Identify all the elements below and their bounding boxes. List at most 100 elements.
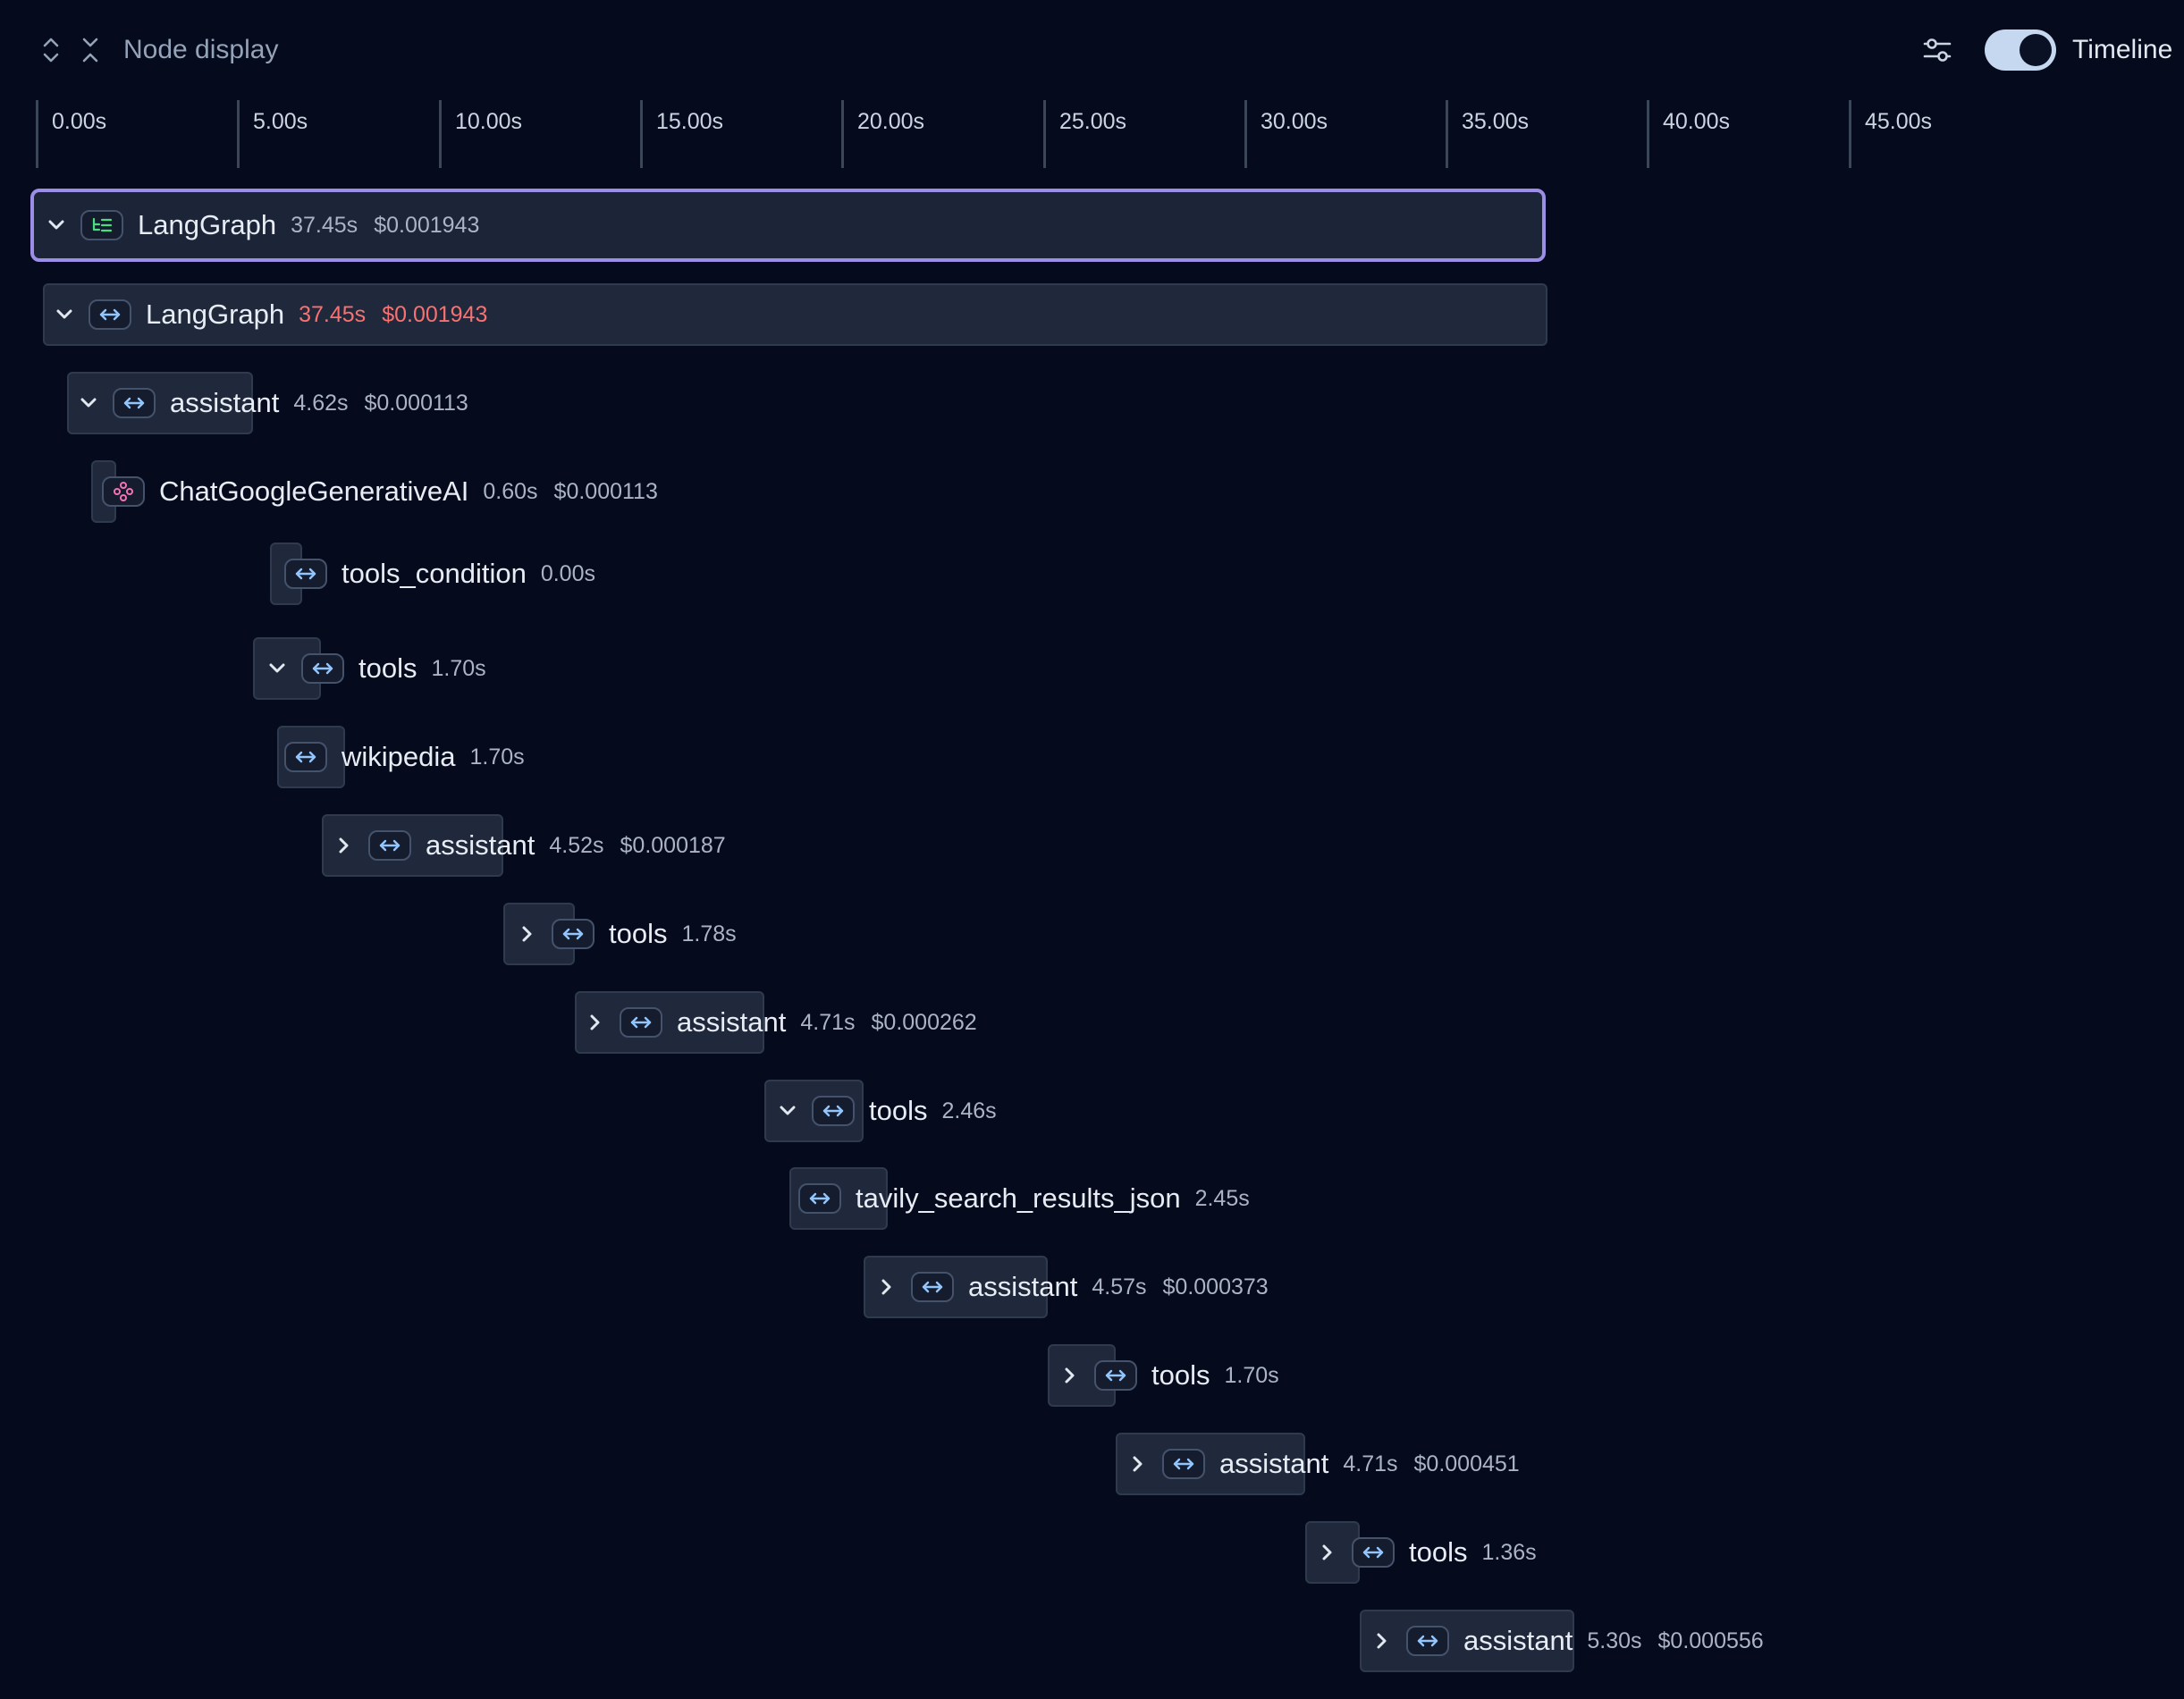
trace-row[interactable]: tools 2.46s — [0, 1080, 2184, 1144]
node-name[interactable]: assistant — [677, 1006, 786, 1039]
ruler-tick — [36, 100, 38, 168]
ruler-tick-label: 45.00s — [1865, 109, 1933, 134]
trace-row[interactable]: assistant 4.57s $0.000373 — [0, 1256, 2184, 1320]
trace-row[interactable]: LangGraph 37.45s $0.001943 — [0, 189, 2184, 262]
trace-row[interactable]: tools 1.36s — [0, 1521, 2184, 1585]
cost-label: $0.001943 — [382, 301, 488, 327]
chain-icon — [89, 299, 131, 330]
duration-label: 1.70s — [1224, 1362, 1279, 1388]
ruler-tick-label: 10.00s — [455, 109, 523, 134]
duration-label: 5.30s — [1587, 1628, 1642, 1653]
chevron-down-icon[interactable] — [43, 212, 70, 239]
ruler-tick-label: 15.00s — [656, 109, 724, 134]
node-name[interactable]: wikipedia — [342, 741, 456, 773]
node-name[interactable]: tools — [869, 1095, 927, 1127]
chain-icon — [812, 1096, 855, 1126]
ruler-tick — [1849, 100, 1851, 168]
trace-row[interactable]: tavily_search_results_json 2.45s — [0, 1167, 2184, 1232]
chain-icon — [1094, 1360, 1137, 1391]
chevron-down-icon[interactable] — [51, 301, 78, 328]
node-name[interactable]: LangGraph — [138, 209, 276, 241]
ruler-tick-label: 30.00s — [1261, 109, 1328, 134]
duration-label: 4.62s — [293, 390, 349, 416]
trace-row[interactable]: assistant 4.52s $0.000187 — [0, 814, 2184, 879]
cost-label: $0.001943 — [374, 212, 480, 238]
trace-row[interactable]: tools 1.70s — [0, 1344, 2184, 1409]
chevron-right-icon[interactable] — [1369, 1628, 1396, 1654]
trace-timeline-view: Node display Timeline 0.00s 5.00s 10.00s 15… — [0, 0, 2184, 1699]
ruler-tick — [1446, 100, 1448, 168]
duration-label: 4.71s — [1343, 1451, 1398, 1476]
node-display-label[interactable]: Node display — [123, 32, 278, 68]
trace-row[interactable]: assistant 5.30s $0.000556 — [0, 1610, 2184, 1674]
chevron-right-icon[interactable] — [873, 1274, 900, 1300]
chain-icon — [798, 1183, 841, 1214]
timeline-toggle[interactable] — [1985, 29, 2056, 71]
node-name[interactable]: tools_condition — [342, 558, 527, 590]
graph-icon — [80, 210, 123, 240]
cost-label: $0.000262 — [871, 1009, 977, 1035]
collapse-vertical-icon[interactable] — [75, 34, 105, 66]
chevron-right-icon[interactable] — [1125, 1451, 1151, 1477]
trace-row[interactable]: assistant 4.71s $0.000451 — [0, 1433, 2184, 1497]
node-name[interactable]: assistant — [1463, 1625, 1573, 1657]
timeline-label: Timeline — [2072, 35, 2173, 64]
trace-row[interactable]: tools 1.70s — [0, 637, 2184, 702]
duration-label: 2.45s — [1194, 1185, 1250, 1211]
trace-row[interactable]: wikipedia 1.70s — [0, 726, 2184, 790]
duration-label: 37.45s — [291, 212, 358, 238]
chevron-down-icon[interactable] — [75, 390, 102, 416]
node-name[interactable]: assistant — [1219, 1448, 1328, 1480]
chain-icon — [301, 653, 344, 684]
ruler-tick-label: 20.00s — [857, 109, 925, 134]
node-name[interactable]: LangGraph — [146, 299, 284, 331]
node-name[interactable]: tools — [1151, 1359, 1210, 1392]
duration-label: 2.46s — [941, 1098, 997, 1123]
chain-icon — [1162, 1449, 1205, 1479]
cost-label: $0.000451 — [1413, 1451, 1520, 1476]
chevron-right-icon[interactable] — [514, 921, 541, 947]
cost-label: $0.000113 — [553, 478, 658, 504]
chain-icon — [1352, 1537, 1395, 1568]
chevron-right-icon[interactable] — [1057, 1362, 1084, 1389]
trace-row[interactable]: assistant 4.62s $0.000113 — [0, 372, 2184, 436]
trace-row[interactable]: LangGraph 37.45s $0.001943 — [0, 283, 2184, 348]
node-name[interactable]: ChatGoogleGenerativeAI — [159, 475, 468, 508]
trace-row[interactable]: assistant 4.71s $0.000262 — [0, 991, 2184, 1056]
node-name[interactable]: tools — [1409, 1536, 1467, 1569]
node-name[interactable]: assistant — [426, 829, 535, 862]
ruler-tick-label: 0.00s — [52, 109, 107, 134]
chain-icon — [911, 1272, 954, 1302]
chain-icon — [284, 559, 327, 589]
node-name[interactable]: tools — [358, 652, 417, 685]
node-name[interactable]: tavily_search_results_json — [856, 1182, 1181, 1215]
duration-label: 4.57s — [1092, 1274, 1147, 1299]
chevron-right-icon[interactable] — [1314, 1539, 1341, 1566]
ruler-tick-label: 40.00s — [1663, 109, 1731, 134]
duration-label: 4.71s — [800, 1009, 856, 1035]
duration-label: 1.70s — [431, 655, 486, 681]
chevron-down-icon[interactable] — [264, 655, 291, 682]
ruler-tick — [640, 100, 643, 168]
ruler-tick-label: 35.00s — [1462, 109, 1530, 134]
duration-label: 1.70s — [469, 744, 525, 770]
node-name[interactable]: tools — [609, 918, 667, 950]
trace-row[interactable]: tools_condition 0.00s — [0, 543, 2184, 607]
trace-row[interactable]: ChatGoogleGenerativeAI 0.60s $0.000113 — [0, 460, 2184, 525]
chain-icon — [113, 388, 156, 418]
chevron-down-icon[interactable] — [774, 1098, 801, 1124]
ruler-tick — [1647, 100, 1649, 168]
trace-row[interactable]: tools 1.78s — [0, 903, 2184, 967]
chevron-right-icon[interactable] — [331, 832, 358, 859]
duration-label: 1.78s — [681, 921, 737, 946]
toggle-knob — [2020, 34, 2052, 66]
cost-label: $0.000187 — [620, 832, 726, 858]
duration-label: 4.52s — [549, 832, 604, 858]
node-name[interactable]: assistant — [170, 387, 279, 419]
node-name[interactable]: assistant — [968, 1271, 1077, 1303]
chevron-right-icon[interactable] — [582, 1009, 609, 1036]
duration-label: 0.00s — [540, 560, 595, 586]
sliders-icon[interactable] — [1919, 32, 1955, 68]
duration-label: 0.60s — [483, 478, 538, 504]
expand-vertical-icon[interactable] — [36, 34, 66, 66]
